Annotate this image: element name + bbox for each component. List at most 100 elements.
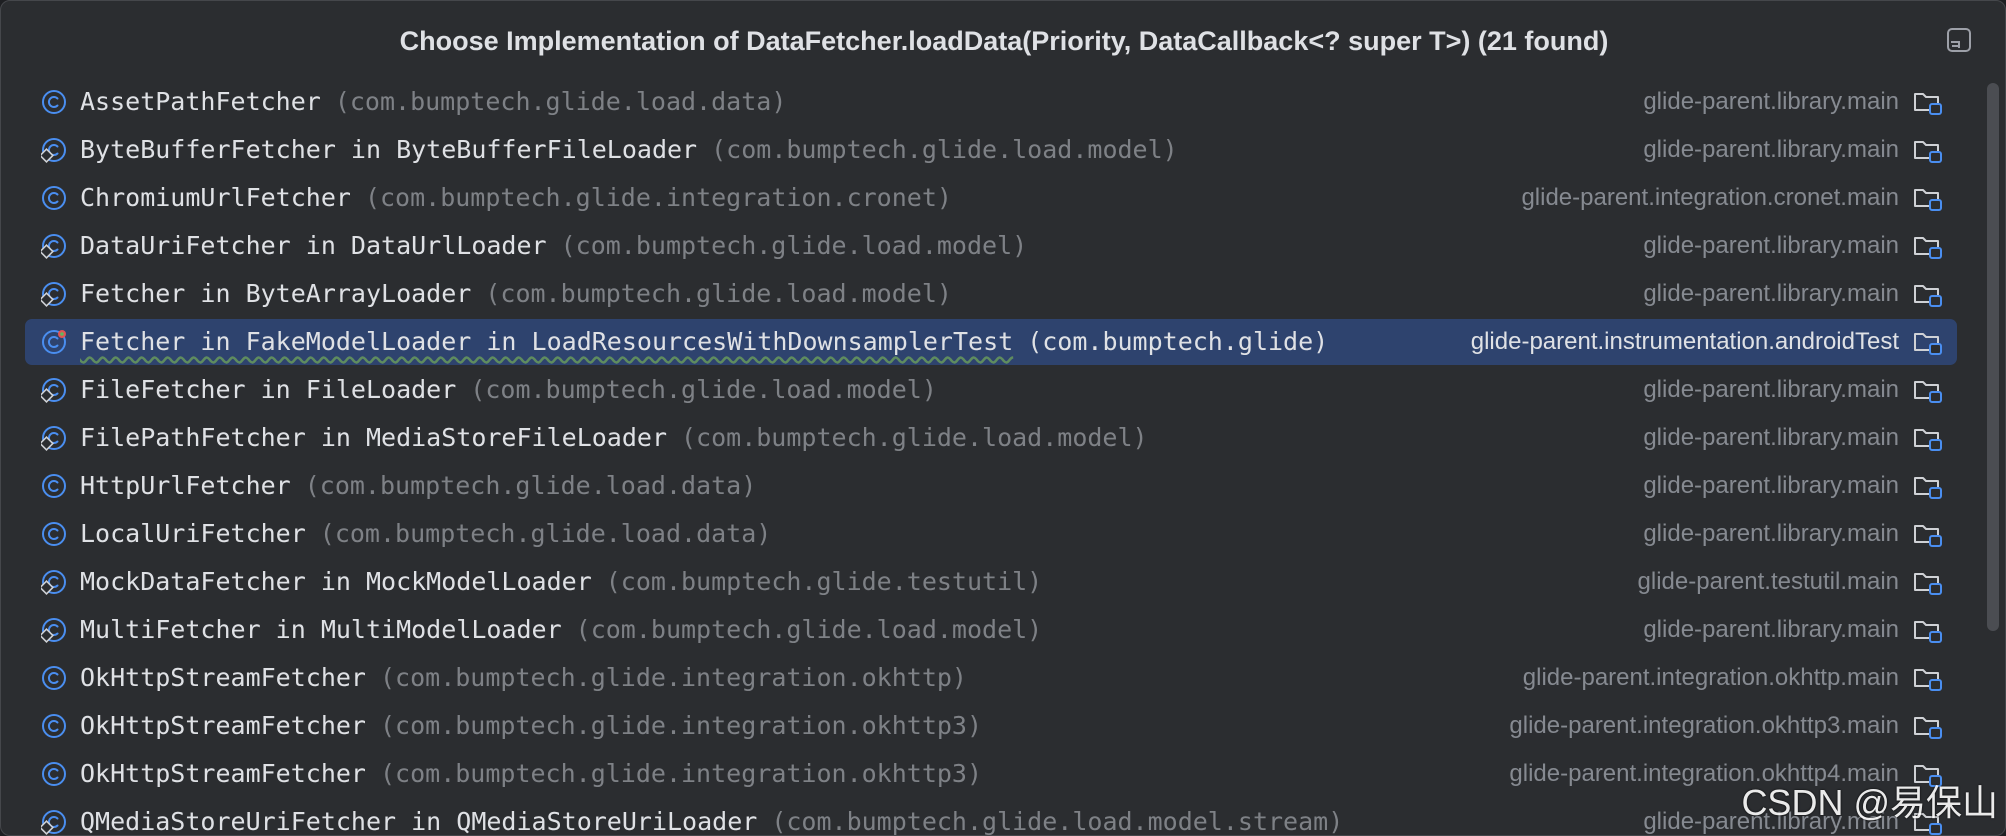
- module-folder-icon: [1913, 234, 1943, 260]
- list-item-text: DataUriFetcher in DataUrlLoader (com.bump…: [80, 223, 1027, 269]
- module-name: glide-parent.instrumentation.androidTest: [1470, 328, 1899, 355]
- choose-implementation-popup: Choose Implementation of DataFetcher.loa…: [0, 0, 2006, 836]
- list-item-text: ByteBufferFetcher in ByteBufferFileLoade…: [80, 127, 1178, 173]
- package-name: (com.bumptech.glide.load.model): [560, 231, 1028, 260]
- list-item[interactable]: FileFetcher in FileLoader (com.bumptech.g…: [25, 367, 1957, 413]
- list-item[interactable]: LocalUriFetcher (com.bumptech.glide.load.…: [25, 511, 1957, 557]
- class-icon: [41, 89, 67, 115]
- package-name: (com.bumptech.glide.integration.okhttp): [379, 663, 967, 692]
- package-name: (com.bumptech.glide.testutil): [605, 567, 1043, 596]
- module-folder-icon: [1913, 186, 1943, 212]
- class-name: HttpUrlFetcher: [80, 471, 291, 500]
- module-name: glide-parent.library.main: [1643, 280, 1899, 307]
- list-item[interactable]: DataUriFetcher in DataUrlLoader (com.bump…: [25, 223, 1957, 269]
- test-class-icon: [41, 329, 67, 355]
- list-item-text: MockDataFetcher in MockModelLoader (com.b…: [80, 559, 1042, 605]
- list-item-text: MultiFetcher in MultiModelLoader (com.bum…: [80, 607, 1042, 653]
- module-folder-icon: [1913, 90, 1943, 116]
- package-name: (com.bumptech.glide.load.data): [319, 519, 772, 548]
- inner-class-icon: [39, 281, 67, 307]
- list-item[interactable]: Fetcher in ByteArrayLoader (com.bumptech.…: [25, 271, 1957, 317]
- class-name: QMediaStoreUriFetcher in QMediaStoreUriL…: [80, 807, 758, 836]
- list-item[interactable]: HttpUrlFetcher (com.bumptech.glide.load.d…: [25, 463, 1957, 509]
- list-item-text: OkHttpStreamFetcher (com.bumptech.glide.i…: [80, 703, 982, 749]
- inner-class-icon: [39, 617, 67, 643]
- module-folder-icon: [1913, 282, 1943, 308]
- package-name: (com.bumptech.glide.integration.okhttp3): [379, 759, 983, 788]
- list-item[interactable]: AssetPathFetcher (com.bumptech.glide.load…: [25, 79, 1957, 125]
- module-name: glide-parent.integration.okhttp.main: [1522, 664, 1899, 691]
- class-name: OkHttpStreamFetcher: [80, 711, 366, 740]
- module-folder-icon: [1913, 666, 1943, 692]
- class-name: LocalUriFetcher: [80, 519, 306, 548]
- module-folder-icon: [1913, 714, 1943, 740]
- module-name: glide-parent.testutil.main: [1637, 568, 1899, 595]
- class-icon: [41, 521, 67, 547]
- list-item[interactable]: Fetcher in FakeModelLoader in LoadResour…: [25, 319, 1957, 365]
- package-name: (com.bumptech.glide.load.model): [470, 375, 937, 404]
- list-item[interactable]: MultiFetcher in MultiModelLoader (com.bum…: [25, 607, 1957, 653]
- inner-class-icon: [39, 425, 67, 451]
- package-name: (com.bumptech.glide): [1027, 327, 1329, 356]
- module-name: glide-parent.library.main: [1643, 376, 1899, 403]
- module-name: glide-parent.integration.cronet.main: [1521, 184, 1899, 211]
- inner-class-icon: [39, 137, 67, 163]
- list-item-text: QMediaStoreUriFetcher in QMediaStoreUriL…: [80, 799, 1344, 836]
- class-name: FilePathFetcher in MediaStoreFileLoader: [80, 423, 667, 452]
- module-name: glide-parent.library.main: [1643, 616, 1899, 643]
- class-name: ChromiumUrlFetcher: [80, 183, 351, 212]
- list-item-text: AssetPathFetcher (com.bumptech.glide.load…: [80, 79, 786, 125]
- watermark: CSDN @易保山: [1741, 782, 1998, 823]
- module-name: glide-parent.library.main: [1643, 232, 1899, 259]
- class-name: OkHttpStreamFetcher: [80, 759, 366, 788]
- package-name: (com.bumptech.glide.load.data): [334, 87, 787, 116]
- list-item[interactable]: OkHttpStreamFetcher (com.bumptech.glide.i…: [25, 655, 1957, 701]
- class-icon: [41, 473, 67, 499]
- vertical-scrollbar[interactable]: [1987, 83, 1999, 631]
- module-name: glide-parent.library.main: [1643, 520, 1899, 547]
- list-item-text: FilePathFetcher in MediaStoreFileLoader (…: [80, 415, 1148, 461]
- package-name: (com.bumptech.glide.integration.cronet): [364, 183, 952, 212]
- class-icon: [41, 665, 67, 691]
- class-icon: [41, 713, 67, 739]
- module-folder-icon: [1913, 570, 1943, 596]
- list-item[interactable]: QMediaStoreUriFetcher in QMediaStoreUriL…: [25, 799, 1957, 836]
- module-name: glide-parent.library.main: [1643, 424, 1899, 451]
- module-name: glide-parent.library.main: [1643, 136, 1899, 163]
- list-item-text: HttpUrlFetcher (com.bumptech.glide.load.d…: [80, 463, 756, 509]
- inner-class-icon: [39, 233, 67, 259]
- popup-title: Choose Implementation of DataFetcher.loa…: [399, 26, 1609, 56]
- list-item-text: FileFetcher in FileLoader (com.bumptech.g…: [80, 367, 937, 413]
- class-name: OkHttpStreamFetcher: [80, 663, 366, 692]
- list-item-text: OkHttpStreamFetcher (com.bumptech.glide.i…: [80, 655, 967, 701]
- class-name: Fetcher in ByteArrayLoader: [80, 279, 472, 308]
- class-name: AssetPathFetcher: [80, 87, 321, 116]
- inner-class-icon: [39, 377, 67, 403]
- package-name: (com.bumptech.glide.load.model.stream): [771, 807, 1344, 836]
- package-name: (com.bumptech.glide.load.data): [304, 471, 757, 500]
- class-name: DataUriFetcher in DataUrlLoader: [80, 231, 547, 260]
- inner-class-icon: [39, 809, 67, 835]
- class-name: Fetcher in FakeModelLoader in LoadResour…: [80, 327, 1014, 356]
- package-name: (com.bumptech.glide.load.model): [711, 135, 1178, 164]
- list-item[interactable]: ChromiumUrlFetcher (com.bumptech.glide.in…: [25, 175, 1957, 221]
- list-item-text: Fetcher in FakeModelLoader in LoadResour…: [80, 319, 1328, 365]
- module-name: glide-parent.integration.okhttp3.main: [1509, 712, 1899, 739]
- list-item[interactable]: OkHttpStreamFetcher (com.bumptech.glide.i…: [25, 703, 1957, 749]
- list-item[interactable]: OkHttpStreamFetcher (com.bumptech.glide.i…: [25, 751, 1957, 797]
- module-folder-icon: [1913, 426, 1943, 452]
- implementation-list[interactable]: AssetPathFetcher (com.bumptech.glide.load…: [1, 77, 2005, 836]
- list-item[interactable]: ByteBufferFetcher in ByteBufferFileLoade…: [25, 127, 1957, 173]
- list-item-text: Fetcher in ByteArrayLoader (com.bumptech.…: [80, 271, 952, 317]
- module-name: glide-parent.library.main: [1643, 472, 1899, 499]
- package-name: (com.bumptech.glide.integration.okhttp3): [379, 711, 983, 740]
- class-name: ByteBufferFetcher in ByteBufferFileLoade…: [80, 135, 698, 164]
- list-item[interactable]: FilePathFetcher in MediaStoreFileLoader (…: [25, 415, 1957, 461]
- list-item-text: LocalUriFetcher (com.bumptech.glide.load.…: [80, 511, 771, 557]
- open-in-find-tool-window-icon[interactable]: [1947, 28, 1971, 52]
- module-folder-icon: [1913, 618, 1943, 644]
- package-name: (com.bumptech.glide.load.model): [681, 423, 1148, 452]
- class-name: MultiFetcher in MultiModelLoader: [80, 615, 562, 644]
- list-item[interactable]: MockDataFetcher in MockModelLoader (com.b…: [25, 559, 1957, 605]
- class-name: FileFetcher in FileLoader: [80, 375, 457, 404]
